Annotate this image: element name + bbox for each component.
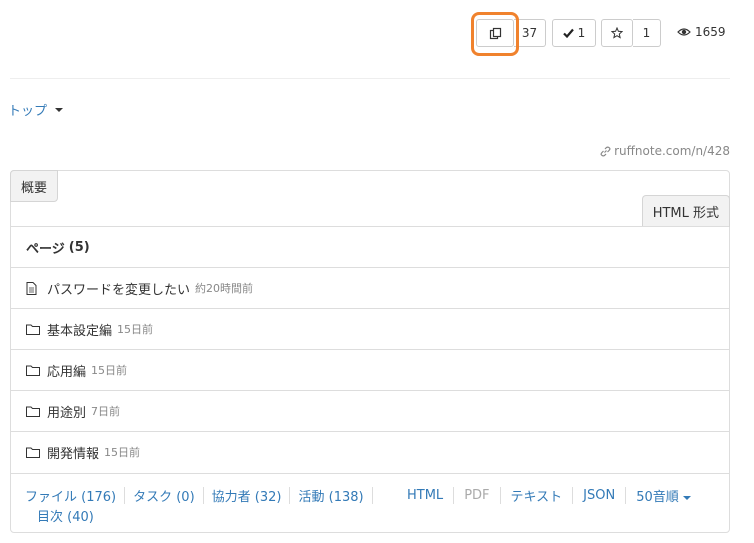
panel-footer: ファイル (176) タスク (0) 協力者 (32) 活動 (138) 目次 … [11,473,729,532]
tasks-link[interactable]: タスク (0) [133,486,195,505]
separator [124,487,126,504]
star-button[interactable] [601,19,633,47]
sort-dropdown[interactable]: 50音順 [636,486,691,505]
page-item[interactable]: パスワードを変更したい 約20時間前 [11,267,729,308]
tab-html-format[interactable]: HTML 形式 [641,195,730,227]
folder-item-time: 15日前 [104,446,141,459]
eye-icon [677,28,691,36]
top-dropdown[interactable]: トップ [8,100,64,119]
file-icon [26,281,42,295]
separator [625,487,627,504]
caret-down-icon [55,107,64,112]
folder-item-title: 開発情報 [47,446,100,462]
note-panel: 概要 HTML 形式 ページ (5) パスワードを変更したい 約20時間前 基本… [10,170,730,533]
page-item-time: 約20時間前 [195,282,254,295]
caret-down-icon [682,495,691,500]
folder-item-time: 7日前 [91,405,121,418]
separator [453,487,455,504]
folder-item[interactable]: 応用編 15日前 [11,349,729,390]
text-link[interactable]: テキスト [511,486,563,505]
footer-links: ファイル (176) タスク (0) 協力者 (32) 活動 (138) [25,486,381,505]
views-number: 1659 [695,25,726,39]
toc-row: 目次 (40) [37,506,94,525]
permalink-text: ruffnote.com/n/428 [614,144,730,158]
link-icon [600,146,611,156]
permalink[interactable]: ruffnote.com/n/428 [600,144,730,158]
check-button[interactable]: 1 [552,19,596,47]
folder-item-title: 基本設定編 [47,323,113,339]
top-link[interactable]: トップ [8,100,47,119]
pages-count: (5) [68,239,90,255]
folder-icon [26,447,42,458]
divider [10,78,730,79]
check-count: 1 [577,26,586,40]
star-count: 1 [633,19,661,47]
folder-item-title: 応用編 [47,364,87,380]
folder-item-time: 15日前 [91,364,128,377]
folder-item[interactable]: 用途別 7日前 [11,390,729,431]
separator [572,487,574,504]
pages-header: ページ (5) [11,226,729,267]
folder-item[interactable]: 開発情報 15日前 [11,431,729,472]
files-link[interactable]: ファイル (176) [25,486,116,505]
separator [371,487,373,504]
folder-icon [26,406,42,417]
folder-item-time: 15日前 [117,323,154,336]
folder-icon [26,324,42,335]
separator [499,487,501,504]
tab-overview[interactable]: 概要 [10,170,59,202]
highlight-ring [471,12,519,56]
check-icon [562,28,574,38]
star-icon [611,27,623,39]
pdf-link: PDF [464,488,490,503]
folder-item-title: 用途別 [47,405,87,421]
separator [289,487,291,504]
activity-link[interactable]: 活動 (138) [298,486,363,505]
json-link[interactable]: JSON [583,488,615,503]
view-count: 1659 [677,25,726,39]
folder-item[interactable]: 基本設定編 15日前 [11,308,729,349]
toc-link[interactable]: 目次 (40) [37,510,94,525]
html-link[interactable]: HTML [407,488,443,503]
sort-label[interactable]: 50音順 [636,490,679,505]
separator [202,487,204,504]
collaborators-link[interactable]: 協力者 (32) [212,486,282,505]
folder-icon [26,365,42,376]
pages-header-label: ページ [26,241,65,257]
format-links: HTML PDF テキスト JSON 50音順 [407,486,691,505]
page-item-title: パスワードを変更したい [47,282,191,298]
